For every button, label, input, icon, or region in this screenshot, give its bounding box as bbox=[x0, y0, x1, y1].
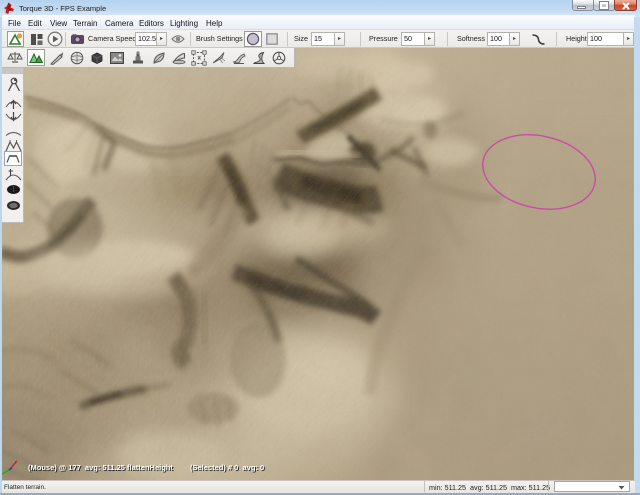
svg-text:(Mouse) @ 177 avg: 511.25 fla: (Mouse) @ 177 avg: 511.25 flattenHeight bbox=[28, 463, 173, 472]
svg-text:(Selected) # 0 avg: 0: (Selected) # 0 avg: 0 bbox=[190, 463, 264, 472]
